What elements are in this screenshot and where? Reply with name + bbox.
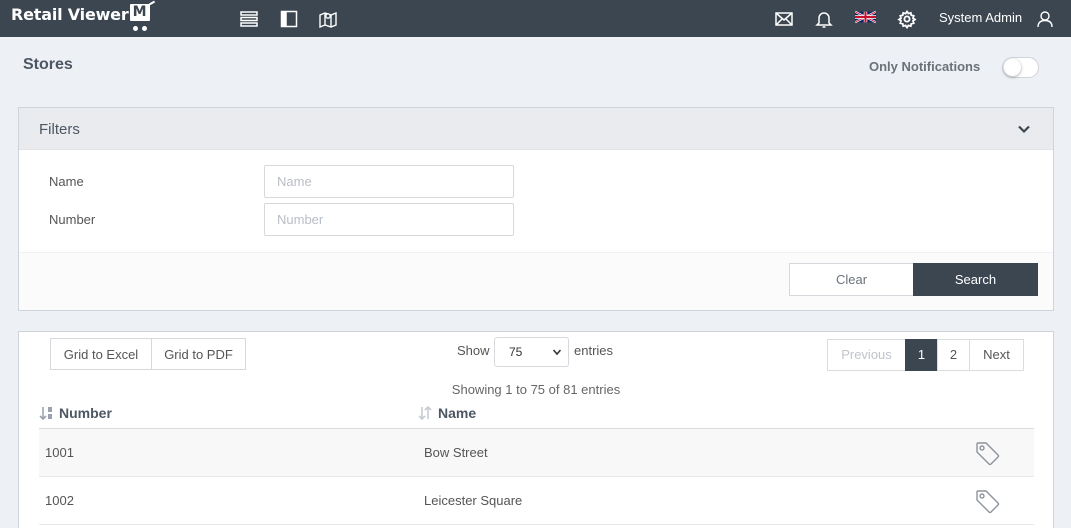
show-label: Show xyxy=(457,343,490,358)
logo[interactable]: Retail Viewer M xyxy=(11,0,155,31)
gear-icon[interactable] xyxy=(897,9,917,29)
entries-label: entries xyxy=(574,343,614,358)
filters-footer: Clear Search xyxy=(19,252,1053,310)
stores-grid-panel: Grid to Excel Grid to PDF Show 75 entrie… xyxy=(18,331,1054,528)
name-label: Name xyxy=(49,174,84,189)
list-icon[interactable] xyxy=(239,9,259,29)
filters-title: Filters xyxy=(39,121,80,138)
grid-to-excel-button[interactable]: Grid to Excel xyxy=(50,338,152,370)
pagination-page-2[interactable]: 2 xyxy=(937,339,970,371)
number-label: Number xyxy=(49,212,96,227)
uk-flag-icon[interactable] xyxy=(855,10,876,24)
map-icon[interactable] xyxy=(318,9,338,29)
table-row[interactable]: 1001 Bow Street xyxy=(39,429,1034,477)
cell-number: 1002 xyxy=(45,493,74,508)
clear-button[interactable]: Clear xyxy=(789,263,914,296)
mail-icon[interactable] xyxy=(774,9,794,29)
tag-icon[interactable] xyxy=(975,441,1001,467)
book-icon[interactable] xyxy=(279,9,299,29)
pagination-previous[interactable]: Previous xyxy=(827,339,906,371)
page-size-select[interactable]: 75 xyxy=(494,337,569,367)
cell-name: Bow Street xyxy=(424,445,488,460)
logo-text: Retail Viewer xyxy=(11,4,129,24)
cell-name: Leicester Square xyxy=(424,493,523,508)
top-navbar: Retail Viewer M System Admin xyxy=(0,0,1071,37)
bell-icon[interactable] xyxy=(814,9,834,29)
table-row[interactable]: 1002 Leicester Square xyxy=(39,477,1034,525)
search-button[interactable]: Search xyxy=(913,263,1038,296)
column-header-name[interactable]: Name xyxy=(418,405,476,421)
column-header-number[interactable]: Number xyxy=(39,405,112,421)
only-notifications-label: Only Notifications xyxy=(869,59,981,74)
chevron-down-icon xyxy=(553,349,561,356)
column-header-name-label: Name xyxy=(438,405,477,421)
filters-panel: Filters Name Number Clear Search xyxy=(18,107,1054,311)
pagination-next[interactable]: Next xyxy=(969,339,1024,371)
only-notifications-toggle[interactable] xyxy=(1002,57,1039,78)
toggle-knob xyxy=(1004,59,1021,76)
grid-to-pdf-button[interactable]: Grid to PDF xyxy=(151,338,246,370)
cell-number: 1001 xyxy=(45,445,74,460)
page-size-value: 75 xyxy=(509,345,523,359)
filters-header[interactable]: Filters xyxy=(19,108,1053,150)
tag-icon[interactable] xyxy=(975,489,1001,515)
sort-icon xyxy=(418,406,432,420)
page-title: Stores xyxy=(23,56,73,73)
user-name[interactable]: System Admin xyxy=(939,10,1022,25)
showing-info: Showing 1 to 75 of 81 entries xyxy=(451,382,621,397)
chevron-down-icon[interactable] xyxy=(1017,122,1031,136)
number-input[interactable] xyxy=(264,203,514,236)
column-header-number-label: Number xyxy=(59,405,112,421)
pagination-page-1[interactable]: 1 xyxy=(905,339,938,371)
user-icon[interactable] xyxy=(1035,9,1055,29)
sort-ascending-icon xyxy=(39,407,52,420)
logo-cart-icon: M xyxy=(129,0,155,31)
name-input[interactable] xyxy=(264,165,514,198)
